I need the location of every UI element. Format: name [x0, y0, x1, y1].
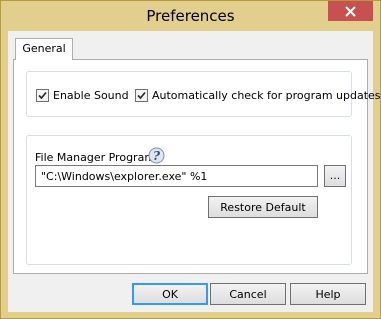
restore-default-button[interactable]: Restore Default: [208, 196, 318, 218]
auto-update-option[interactable]: Automatically check for program updates: [135, 89, 381, 102]
help-icon[interactable]: ?: [148, 147, 165, 164]
close-icon: [345, 5, 356, 17]
cancel-button[interactable]: Cancel: [210, 283, 286, 305]
svg-text:?: ?: [153, 149, 161, 163]
help-button[interactable]: Help: [290, 283, 366, 305]
checkmark-icon: [38, 91, 47, 100]
window-title: Preferences: [146, 7, 235, 25]
checkmark-icon: [137, 91, 146, 100]
enable-sound-label: Enable Sound: [53, 89, 129, 102]
file-manager-path-input[interactable]: [35, 165, 318, 187]
auto-update-label: Automatically check for program updates: [152, 89, 381, 102]
preferences-window: Preferences General Enable Sound Automat…: [0, 0, 381, 319]
ok-button[interactable]: OK: [132, 283, 208, 305]
enable-sound-option[interactable]: Enable Sound: [36, 89, 129, 102]
dialog-client-area: General Enable Sound Automatically check…: [8, 31, 381, 312]
tab-general[interactable]: General: [15, 38, 73, 60]
enable-sound-checkbox[interactable]: [36, 89, 49, 102]
auto-update-checkbox[interactable]: [135, 89, 148, 102]
close-button[interactable]: [328, 1, 373, 21]
browse-button[interactable]: ...: [324, 165, 346, 187]
title-bar[interactable]: Preferences: [1, 1, 380, 31]
file-manager-label: File Manager Program:: [35, 151, 159, 164]
